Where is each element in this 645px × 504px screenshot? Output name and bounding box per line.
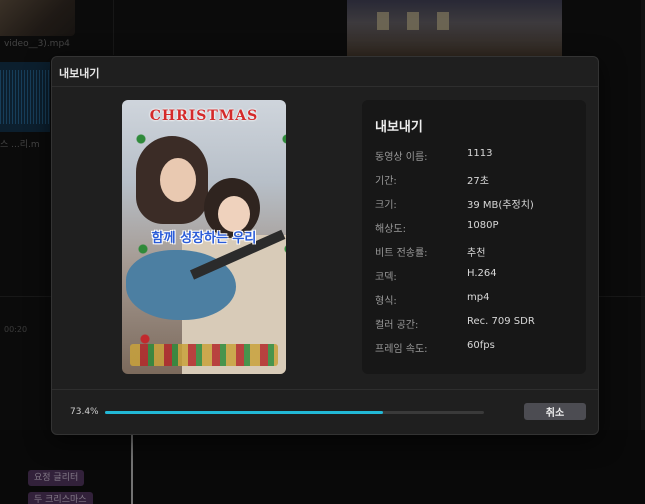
info-row: 비트 전송률: 추천 — [375, 244, 575, 259]
info-row: 형식: mp4 — [375, 292, 575, 307]
info-row: 기간: 27초 — [375, 172, 575, 187]
preview-caption: 함께 성장하는 우리 — [151, 231, 257, 246]
info-label: 프레임 속도: — [375, 344, 428, 355]
info-label: 해상도: — [375, 224, 406, 235]
info-label: 컬러 공간: — [375, 320, 419, 331]
export-info-panel: 내보내기 동영상 이름: 1113 기간: 27초 크기: 39 MB(추정치) 해상… — [362, 100, 586, 374]
info-row: 동영상 이름: 1113 — [375, 148, 575, 163]
info-label: 형식: — [375, 296, 397, 307]
info-row: 컬러 공간: Rec. 709 SDR — [375, 316, 575, 331]
info-label: 동영상 이름: — [375, 152, 428, 163]
ornament-strip — [130, 344, 278, 366]
divider — [52, 389, 598, 390]
info-value: 추천 — [467, 248, 486, 259]
info-value: Rec. 709 SDR — [467, 316, 535, 327]
info-label: 크기: — [375, 200, 397, 211]
progress-fill — [105, 411, 384, 414]
export-preview-thumbnail: CHRISTMAS 함께 성장하는 우리 — [122, 100, 286, 374]
cancel-button[interactable]: 취소 — [524, 403, 586, 420]
info-label: 비트 전송률: — [375, 248, 428, 259]
info-value: 1080P — [467, 220, 499, 231]
progress-percent: 73.4% — [70, 407, 99, 417]
info-value: 60fps — [467, 340, 495, 351]
progress-bar — [105, 411, 484, 414]
info-value: mp4 — [467, 292, 490, 303]
info-label: 코덱: — [375, 272, 397, 283]
divider — [52, 86, 598, 87]
info-label: 기간: — [375, 176, 397, 187]
export-dialog: 내보내기 CHRISTMAS 함께 성장하는 우리 내보내기 동영상 이름: 11… — [51, 56, 599, 435]
info-value: H.264 — [467, 268, 497, 279]
info-value: 1113 — [467, 148, 493, 159]
info-row: 해상도: 1080P — [375, 220, 575, 235]
info-row: 코덱: H.264 — [375, 268, 575, 283]
info-value: 27초 — [467, 176, 489, 187]
info-row: 프레임 속도: 60fps — [375, 340, 575, 355]
info-title: 내보내기 — [375, 120, 423, 135]
info-row: 크기: 39 MB(추정치) — [375, 196, 575, 211]
dialog-title: 내보내기 — [59, 67, 100, 80]
info-value: 39 MB(추정치) — [467, 200, 534, 211]
preview-title: CHRISTMAS — [149, 108, 259, 124]
